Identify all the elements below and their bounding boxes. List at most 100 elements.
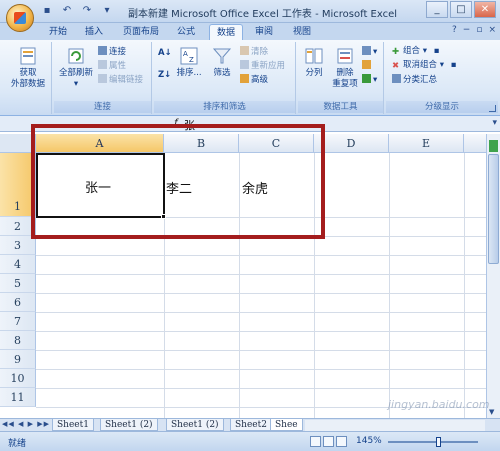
ribbon-restore-icon[interactable]: ▫ xyxy=(476,25,482,35)
grid-line xyxy=(36,274,486,275)
row-header-8[interactable]: 8 xyxy=(0,331,36,350)
vertical-scrollbar[interactable]: ▼ xyxy=(486,134,500,418)
sort-descending-button[interactable]: Z↓ xyxy=(158,70,171,81)
save-icon[interactable]: ▪ xyxy=(40,4,54,18)
sheet-tab-2[interactable]: Sheet1 (2) xyxy=(100,419,158,431)
subtotal-button[interactable]: 分类汇总 xyxy=(392,74,437,86)
minimize-button[interactable]: _ xyxy=(426,1,448,18)
customize-icon[interactable]: ▾ xyxy=(100,4,114,18)
remove-duplicates-label-2: 重复项 xyxy=(332,79,358,89)
row-header-10[interactable]: 10 xyxy=(0,369,36,388)
filter-button[interactable]: 筛选 xyxy=(208,46,236,79)
tab-formulas[interactable]: 公式 xyxy=(172,24,200,40)
grid-line xyxy=(464,153,465,418)
sheet-tab-1[interactable]: Sheet1 xyxy=(52,419,94,431)
help-icon[interactable]: ? xyxy=(452,25,457,35)
sheet-tab-4[interactable]: Sheet2 xyxy=(230,419,272,431)
remove-duplicates-label-1: 删除 xyxy=(336,68,354,78)
sheet-navigation[interactable]: ◀◀ ◀ ▶ ▶▶ xyxy=(2,420,50,428)
ungroup-icon: ✖ xyxy=(392,61,400,71)
normal-view-icon[interactable] xyxy=(310,436,321,447)
group-outline: ✚ 组合 ▾ ▪ ✖ 取消组合 ▾ ▪ 分类汇总 分级显示 xyxy=(386,42,498,114)
dropdown-arrow-icon: ▾ xyxy=(73,79,79,89)
reapply-label: 重新应用 xyxy=(251,61,286,71)
grid-line xyxy=(36,293,486,294)
dialog-launcher-icon[interactable] xyxy=(489,105,496,112)
row-header-6[interactable]: 6 xyxy=(0,293,36,312)
ribbon-tabs: 开始 插入 页面布局 公式 数据 审阅 视图 ? − ▫ × xyxy=(0,23,500,40)
reapply-icon xyxy=(240,60,249,69)
what-if-button[interactable]: ▾ xyxy=(362,74,377,86)
column-header-d[interactable]: D xyxy=(314,134,389,153)
group-button[interactable]: ✚ 组合 ▾ ▪ xyxy=(392,46,439,57)
sort-ascending-button[interactable]: A↓ xyxy=(158,48,172,59)
page-layout-view-icon[interactable] xyxy=(323,436,334,447)
grid-line xyxy=(36,350,486,351)
row-header-4[interactable]: 4 xyxy=(0,255,36,274)
column-header-e[interactable]: E xyxy=(389,134,464,153)
get-external-data-button[interactable]: 获取 外部数据 xyxy=(6,46,50,90)
properties-icon xyxy=(98,60,107,69)
split-box-icon[interactable] xyxy=(489,140,498,152)
tab-home[interactable]: 开始 xyxy=(44,24,72,40)
page-break-view-icon[interactable] xyxy=(336,436,347,447)
grid-line xyxy=(36,312,486,313)
zoom-level[interactable]: 145% xyxy=(356,436,382,446)
grid-line xyxy=(36,369,486,370)
quick-access-toolbar: ▪ ↶ ↷ ▾ xyxy=(40,4,114,18)
connections-button[interactable]: 连接 xyxy=(98,46,126,58)
edit-links-button[interactable]: 编辑链接 xyxy=(98,74,143,86)
data-validation-button[interactable]: ▾ xyxy=(362,46,377,58)
connections-group-label: 连接 xyxy=(54,101,151,113)
advanced-icon xyxy=(240,74,249,83)
tab-view[interactable]: 视图 xyxy=(288,24,316,40)
ribbon-close-icon[interactable]: × xyxy=(488,25,496,35)
ungroup-button[interactable]: ✖ 取消组合 ▾ ▪ xyxy=(392,60,456,71)
tab-data[interactable]: 数据 xyxy=(209,24,243,40)
sort-button[interactable]: A Z 排序... xyxy=(174,46,204,79)
zoom-slider-knob[interactable] xyxy=(436,437,441,447)
vertical-scroll-thumb[interactable] xyxy=(488,154,499,264)
hide-detail-icon[interactable]: ▪ xyxy=(451,60,457,70)
column-header-f[interactable] xyxy=(464,134,486,153)
row-header-7[interactable]: 7 xyxy=(0,312,36,331)
connections-label: 连接 xyxy=(109,47,127,57)
row-header-11[interactable]: 11 xyxy=(0,388,36,407)
advanced-button[interactable]: 高级 xyxy=(240,74,268,86)
subtotal-label: 分类汇总 xyxy=(403,75,438,85)
tab-review[interactable]: 审阅 xyxy=(250,24,278,40)
redo-icon[interactable]: ↷ xyxy=(80,4,94,18)
text-to-columns-label: 分列 xyxy=(305,68,323,78)
svg-text:Z: Z xyxy=(189,56,194,64)
remove-duplicates-button[interactable]: 删除 重复项 xyxy=(330,46,360,90)
properties-button[interactable]: 属性 xyxy=(98,60,126,72)
row-header-5[interactable]: 5 xyxy=(0,274,36,293)
text-to-columns-button[interactable]: 分列 xyxy=(300,46,328,79)
consolidate-button[interactable] xyxy=(362,60,373,72)
filter-icon xyxy=(212,48,232,64)
close-button[interactable]: ✕ xyxy=(474,1,496,18)
ribbon-minimize-icon[interactable]: − xyxy=(463,25,471,35)
get-external-line2: 外部数据 xyxy=(10,79,45,89)
expand-formula-icon[interactable]: ▾ xyxy=(492,118,497,128)
row-header-9[interactable]: 9 xyxy=(0,350,36,369)
horizontal-scrollbar[interactable] xyxy=(305,420,485,431)
reapply-button[interactable]: 重新应用 xyxy=(240,60,285,72)
office-button[interactable] xyxy=(6,4,34,32)
maximize-button[interactable]: □ xyxy=(450,1,472,18)
ribbon: 获取 外部数据 全部刷新 ▾ 连接 属性 编辑链接 连接 A↓ Z↓ A Z 排… xyxy=(0,40,500,116)
sheet-tab-5[interactable]: Shee xyxy=(270,419,303,431)
remove-duplicates-icon xyxy=(337,48,353,64)
clear-label: 清除 xyxy=(251,47,269,57)
properties-label: 属性 xyxy=(109,61,127,71)
sheet-tab-3[interactable]: Sheet1 (2) xyxy=(166,419,224,431)
clear-button[interactable]: 清除 xyxy=(240,46,268,58)
tab-insert[interactable]: 插入 xyxy=(80,24,108,40)
edit-links-icon xyxy=(98,74,107,83)
zoom-slider[interactable] xyxy=(388,437,478,447)
show-detail-icon[interactable]: ▪ xyxy=(434,46,440,56)
group-icon: ✚ xyxy=(392,47,400,57)
undo-icon[interactable]: ↶ xyxy=(60,4,74,18)
refresh-all-button[interactable]: 全部刷新 ▾ xyxy=(56,46,96,90)
tab-page-layout[interactable]: 页面布局 xyxy=(116,24,166,40)
